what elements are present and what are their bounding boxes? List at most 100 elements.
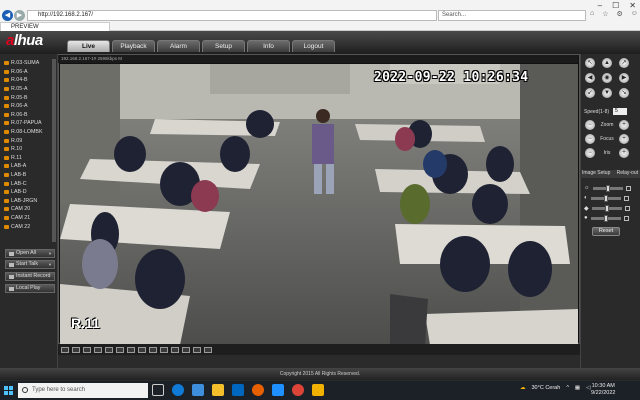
back-button[interactable]: ◀ xyxy=(2,10,13,21)
camera-list-item[interactable]: R.05-BM xyxy=(4,93,56,102)
ptz-left-icon[interactable]: ◀ xyxy=(585,73,595,83)
tab-relay-out[interactable]: Relay-out xyxy=(617,170,638,178)
layout-16-icon[interactable] xyxy=(116,346,124,353)
layout-4-icon[interactable] xyxy=(83,346,91,353)
edge-icon[interactable] xyxy=(172,384,184,396)
iris-open-icon[interactable]: + xyxy=(619,148,629,158)
camera-list-item[interactable]: LAB-D xyxy=(4,188,56,197)
reset-button[interactable]: Reset xyxy=(592,227,620,236)
zoom-digital-icon[interactable] xyxy=(204,346,212,353)
minimize-icon[interactable]: – xyxy=(598,1,602,10)
camera-list-item[interactable]: R.03-SUMAM xyxy=(4,59,56,68)
snapshot-icon[interactable] xyxy=(160,346,168,353)
camera-list-item[interactable]: R.07-PAPUA xyxy=(4,119,56,128)
audio-icon[interactable] xyxy=(182,346,190,353)
layout-20-icon[interactable] xyxy=(127,346,135,353)
mail-icon[interactable] xyxy=(232,384,244,396)
tab-logout[interactable]: Logout xyxy=(292,40,335,52)
camera-list-item[interactable]: LAB-BM xyxy=(4,171,56,180)
address-bar[interactable]: http://192.168.2.167/ xyxy=(27,10,437,21)
instant-record-button[interactable]: Instant Record xyxy=(5,272,55,281)
network-icon[interactable]: ▦ xyxy=(575,385,580,391)
tab-setup[interactable]: Setup xyxy=(202,40,245,52)
contrast-slider[interactable] xyxy=(590,194,621,202)
layout-25-icon[interactable] xyxy=(138,346,146,353)
file-explorer-icon[interactable] xyxy=(212,384,224,396)
local-play-button[interactable]: Local Play xyxy=(5,284,55,293)
tray-chevron-icon[interactable]: ^ xyxy=(566,385,569,391)
speed-select[interactable]: 5 xyxy=(613,108,627,115)
camera-list-item[interactable]: R.06-BM xyxy=(4,111,56,120)
layout-36-icon[interactable] xyxy=(149,346,157,353)
tab-alarm[interactable]: Alarm xyxy=(157,40,200,52)
zoom-out-icon[interactable]: − xyxy=(585,120,595,130)
camera-list-item[interactable]: LAB-C xyxy=(4,179,56,188)
saturation-slider[interactable] xyxy=(591,204,622,212)
store-icon[interactable] xyxy=(192,384,204,396)
maximize-icon[interactable]: ☐ xyxy=(612,1,619,10)
browser-tab[interactable]: PREVIEW xyxy=(0,22,110,31)
chevron-down-icon[interactable]: ▼ xyxy=(48,261,52,268)
ptz-up-left-icon[interactable]: ↖ xyxy=(585,58,595,68)
internet-explorer-icon[interactable] xyxy=(272,384,284,396)
tab-playback[interactable]: Playback xyxy=(112,40,155,52)
zoom-in-icon[interactable]: + xyxy=(619,120,629,130)
chevron-down-icon[interactable]: ▼ xyxy=(48,250,52,257)
tab-live[interactable]: Live xyxy=(67,40,110,52)
camera-list-item[interactable]: CAM 22 xyxy=(4,222,56,231)
browser-search-input[interactable]: Search... xyxy=(438,10,586,21)
sticky-notes-icon[interactable] xyxy=(312,384,324,396)
settings-icon[interactable]: ⚙ xyxy=(617,10,623,18)
iris-close-icon[interactable]: − xyxy=(585,148,595,158)
camera-list-item[interactable]: CAM 20 xyxy=(4,205,56,214)
tab-image-setup[interactable]: Image Setup xyxy=(582,170,610,178)
close-icon[interactable]: ✕ xyxy=(629,1,636,10)
saturation-slider-knob[interactable] xyxy=(604,204,609,212)
fullscreen-icon[interactable] xyxy=(61,346,69,353)
camera-list-item[interactable]: R.04-B xyxy=(4,76,56,85)
ptz-right-icon[interactable]: ▶ xyxy=(619,73,629,83)
ptz-up-right-icon[interactable]: ↗ xyxy=(619,58,629,68)
ptz-down-right-icon[interactable]: ↘ xyxy=(619,88,629,98)
camera-list-item[interactable]: R.08-LOMBK xyxy=(4,128,56,137)
weather-text[interactable]: 30°C Cerah xyxy=(532,385,561,391)
volume-icon[interactable]: ◁ xyxy=(586,385,590,391)
forward-button[interactable]: ▶ xyxy=(14,10,25,21)
layout-9-icon[interactable] xyxy=(105,346,113,353)
taskbar-clock[interactable]: 10:30 AM 9/22/2022 xyxy=(591,383,615,397)
camera-list-item[interactable]: LAB-JRGN xyxy=(4,197,56,206)
start-talk-button[interactable]: Start Talk ▼ xyxy=(5,260,55,269)
firefox-icon[interactable] xyxy=(252,384,264,396)
hue-slider[interactable] xyxy=(590,214,621,222)
close-all-icon[interactable] xyxy=(193,346,201,353)
home-icon[interactable]: ⌂ xyxy=(590,10,594,18)
ptz-down-left-icon[interactable]: ↙ xyxy=(585,88,595,98)
camera-list-item[interactable]: CAM 21 xyxy=(4,214,56,223)
smiley-icon[interactable]: ☺ xyxy=(631,10,638,18)
camera-list-item[interactable]: R.05-AM xyxy=(4,85,56,94)
task-view-icon[interactable] xyxy=(152,384,164,396)
taskbar-search-input[interactable]: Type here to search xyxy=(18,383,148,398)
camera-list-scrollbar[interactable] xyxy=(52,59,56,242)
camera-list-item[interactable]: LAB-AM xyxy=(4,162,56,171)
ptz-down-icon[interactable]: ▼ xyxy=(602,88,612,98)
focus-near-icon[interactable]: − xyxy=(585,134,595,144)
camera-list-item[interactable]: R.06-A xyxy=(4,68,56,77)
ptz-center-icon[interactable]: ◉ xyxy=(602,73,612,83)
camera-list-item[interactable]: R.09 xyxy=(4,136,56,145)
windows-start-icon[interactable] xyxy=(4,386,13,395)
brightness-slider-knob[interactable] xyxy=(605,184,610,192)
tab-info[interactable]: Info xyxy=(247,40,290,52)
open-all-button[interactable]: Open All ▼ xyxy=(5,249,55,258)
contrast-slider-knob[interactable] xyxy=(603,194,608,202)
chrome-icon[interactable] xyxy=(292,384,304,396)
layout-8-icon[interactable] xyxy=(94,346,102,353)
record-clip-icon[interactable] xyxy=(171,346,179,353)
layout-1-icon[interactable] xyxy=(72,346,80,353)
hue-slider-knob[interactable] xyxy=(603,214,608,222)
camera-list-item[interactable]: R.06-AM xyxy=(4,102,56,111)
live-video-feed[interactable] xyxy=(60,64,578,345)
brightness-slider[interactable] xyxy=(592,184,623,192)
focus-far-icon[interactable]: + xyxy=(619,134,629,144)
camera-list-item[interactable]: R.10 xyxy=(4,145,56,154)
